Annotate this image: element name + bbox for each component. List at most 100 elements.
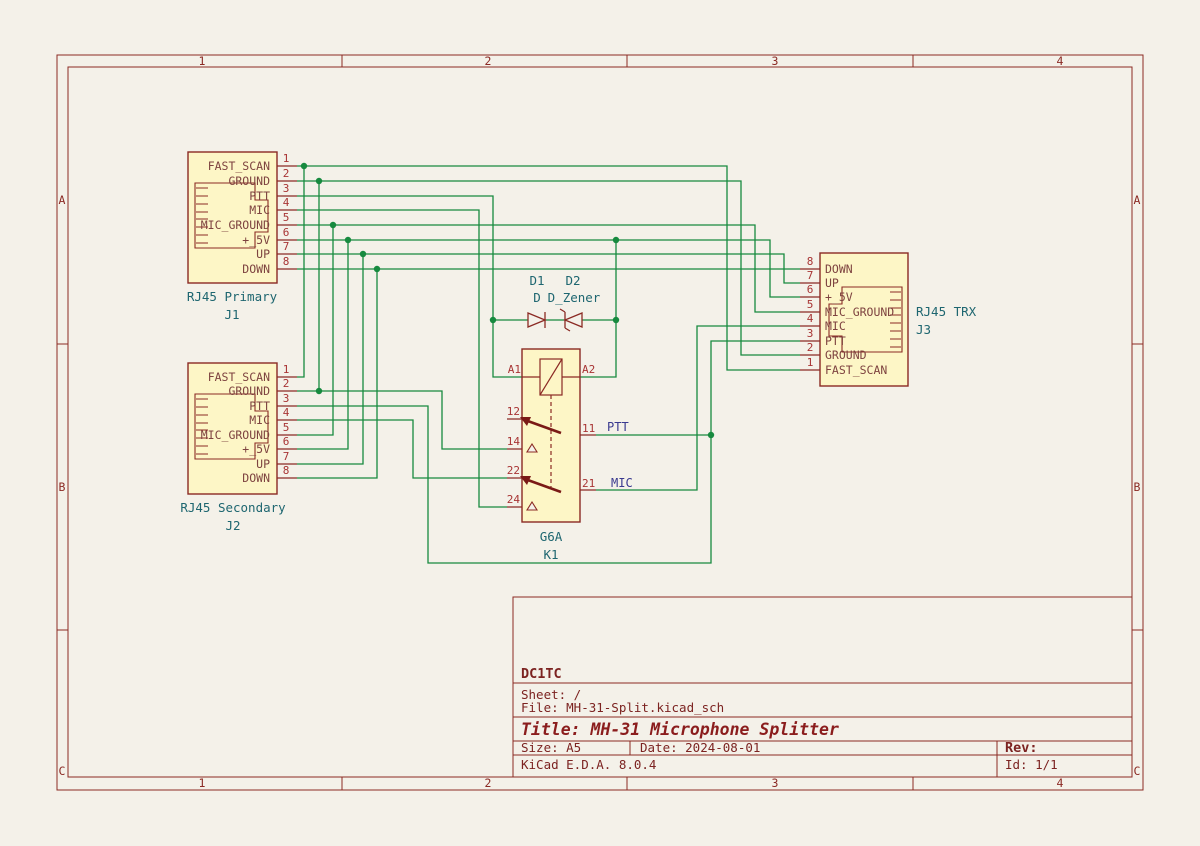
- j1-pin-number: 2: [283, 167, 290, 180]
- schematic-sheet: 1 2 3 4 1 2 3 4 A B C A B C: [0, 0, 1200, 846]
- junction-dot[interactable]: [330, 222, 336, 228]
- junction-dot[interactable]: [374, 266, 380, 272]
- row-label-c-left: C: [59, 764, 66, 778]
- k1-body[interactable]: [522, 349, 580, 522]
- j3-pin-name: GROUND: [825, 348, 867, 362]
- j3-pin-name: MIC_GROUND: [825, 305, 894, 319]
- j3-value[interactable]: RJ45 TRX: [916, 304, 977, 319]
- j2-pin-number: 8: [283, 464, 290, 477]
- j1-ref[interactable]: J1: [224, 307, 239, 322]
- j2-pin-name: PTT: [249, 399, 270, 413]
- col-label-2-bottom: 2: [485, 776, 492, 790]
- net-label-mic[interactable]: MIC: [611, 476, 633, 490]
- j3-pin-number: 2: [807, 341, 814, 354]
- title-block: DC1TC Sheet: / File: MH-31-Split.kicad_s…: [513, 597, 1132, 777]
- junction-dot[interactable]: [360, 251, 366, 257]
- k1-pin-a1: A1: [508, 363, 521, 376]
- j2-pin-name: MIC_GROUND: [201, 428, 270, 442]
- col-label-3-top: 3: [772, 54, 779, 68]
- j2-pin-number: 5: [283, 421, 290, 434]
- row-label-b-left: B: [59, 480, 66, 494]
- j1-pin-name: FAST_SCAN: [208, 159, 270, 173]
- j2-pin-number: 6: [283, 435, 290, 448]
- j2-value[interactable]: RJ45 Secondary: [180, 500, 286, 515]
- junction-dot[interactable]: [345, 237, 351, 243]
- connector-j2[interactable]: 1 2 3 4 5 6 7 8 FAST_SCAN GROUND PTT MIC…: [180, 363, 297, 533]
- j1-pin-number: 4: [283, 196, 290, 209]
- j3-pin-number: 1: [807, 356, 814, 369]
- j3-pin-name: PTT: [825, 334, 846, 348]
- diode-d1[interactable]: D1 D: [528, 273, 545, 328]
- col-label-3-bottom: 3: [772, 776, 779, 790]
- junction-dot[interactable]: [490, 317, 496, 323]
- j3-pin-name: DOWN: [825, 262, 853, 276]
- d1-ref[interactable]: D1: [529, 273, 544, 288]
- j2-pin-number: 2: [283, 377, 290, 390]
- col-label-2-top: 2: [485, 54, 492, 68]
- title-block-outline: [513, 597, 1132, 777]
- relay-k1[interactable]: A1 A2 12 14 22 24 11 21 G6A K1: [507, 349, 596, 562]
- j1-pin-name: GROUND: [228, 174, 270, 188]
- col-label-1-bottom: 1: [199, 776, 206, 790]
- j3-pin-name: UP: [825, 276, 839, 290]
- junction-dot[interactable]: [316, 178, 322, 184]
- j1-pin-number: 6: [283, 226, 290, 239]
- junction-dot[interactable]: [613, 317, 619, 323]
- wire-net-mic-common[interactable]: [596, 326, 800, 490]
- row-label-b-right: B: [1134, 480, 1141, 494]
- title-block-title: Title: MH-31 Microphone Splitter: [521, 720, 839, 739]
- j2-ref[interactable]: J2: [225, 518, 240, 533]
- j3-pin-number: 3: [807, 327, 814, 340]
- j3-ref[interactable]: J3: [916, 322, 931, 337]
- d1-triangle[interactable]: [528, 313, 545, 327]
- d2-value[interactable]: D_Zener: [548, 290, 601, 305]
- schematic-canvas[interactable]: 1 2 3 4 1 2 3 4 A B C A B C: [0, 0, 1200, 846]
- j3-pin-number: 5: [807, 298, 814, 311]
- diode-d2[interactable]: D2 D_Zener: [548, 273, 601, 331]
- wire-net-fast-scan[interactable]: [297, 166, 800, 377]
- junction-dot[interactable]: [316, 388, 322, 394]
- j2-pin-name: DOWN: [242, 471, 270, 485]
- j1-pin-name: PTT: [249, 189, 270, 203]
- title-block-tool: KiCad E.D.A. 8.0.4: [521, 757, 656, 772]
- j2-pin-name: UP: [256, 457, 270, 471]
- k1-pin-11: 11: [582, 422, 595, 435]
- connector-j1[interactable]: 1 2 3 4 5 6 7 8 FAST_SCAN GROUND PTT MIC…: [187, 152, 297, 322]
- j3-pin-number: 4: [807, 312, 814, 325]
- row-label-c-right: C: [1134, 764, 1141, 778]
- d2-triangle[interactable]: [565, 313, 582, 327]
- j1-value[interactable]: RJ45 Primary: [187, 289, 278, 304]
- title-block-size: Size: A5: [521, 740, 581, 755]
- j2-pin-name: FAST_SCAN: [208, 370, 270, 384]
- title-block-company: DC1TC: [521, 666, 562, 682]
- junction-dot[interactable]: [301, 163, 307, 169]
- k1-ref[interactable]: K1: [543, 547, 558, 562]
- j1-pin-number: 3: [283, 182, 290, 195]
- k1-value[interactable]: G6A: [540, 529, 563, 544]
- j3-pin-number: 6: [807, 283, 814, 296]
- j3-pin-name: +_5V: [825, 290, 853, 304]
- title-block-id: Id: 1/1: [1005, 757, 1058, 772]
- j3-pin-name: MIC: [825, 319, 846, 333]
- j1-pin-number: 5: [283, 211, 290, 224]
- row-label-a-right: A: [1134, 193, 1141, 207]
- j1-pin-name: MIC: [249, 203, 270, 217]
- j2-pin-number: 1: [283, 363, 290, 376]
- d1-value[interactable]: D: [533, 290, 541, 305]
- j1-pin-number: 1: [283, 152, 290, 165]
- col-label-4-top: 4: [1057, 54, 1064, 68]
- k1-pin-21: 21: [582, 477, 595, 490]
- j1-pin-number: 7: [283, 240, 290, 253]
- d2-ref[interactable]: D2: [565, 273, 580, 288]
- j1-pin-number: 8: [283, 255, 290, 268]
- net-label-ptt[interactable]: PTT: [607, 420, 629, 434]
- connector-j3[interactable]: 8 7 6 5 4 3 2 1 DOWN UP +_5V MIC_GROUND …: [800, 253, 977, 386]
- row-label-a-left: A: [59, 193, 66, 207]
- junction-dot[interactable]: [708, 432, 714, 438]
- junction-dot[interactable]: [613, 237, 619, 243]
- k1-pin-22: 22: [507, 464, 520, 477]
- title-block-file: File: MH-31-Split.kicad_sch: [521, 700, 724, 715]
- k1-pin-24: 24: [507, 493, 521, 506]
- j1-pin-name: MIC_GROUND: [201, 218, 270, 232]
- col-label-1-top: 1: [199, 54, 206, 68]
